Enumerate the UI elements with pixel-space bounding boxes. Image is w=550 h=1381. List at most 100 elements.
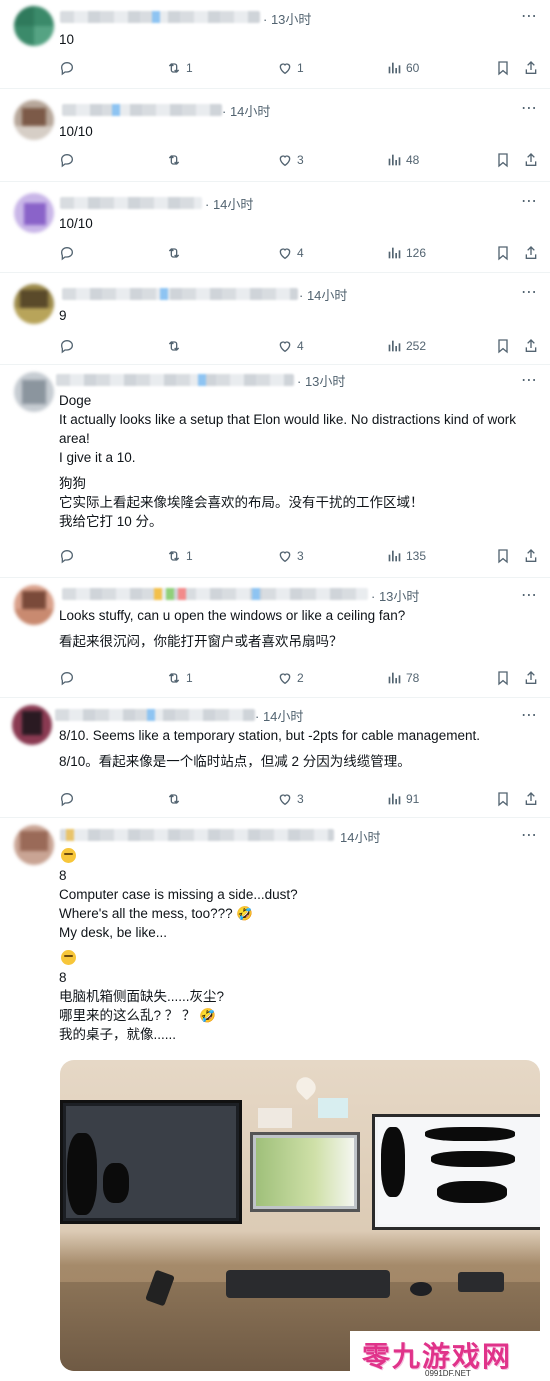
retweet-button[interactable]: 1 <box>166 668 193 688</box>
share-button[interactable] <box>523 243 539 263</box>
reply-text: 10 <box>59 30 74 49</box>
like-button[interactable]: 1 <box>277 58 304 78</box>
author-name[interactable] <box>60 829 334 841</box>
views-button[interactable]: 126 <box>386 243 426 263</box>
author-name[interactable] <box>60 11 260 23</box>
bookmark-button[interactable] <box>495 789 511 809</box>
retweet-button[interactable]: 1 <box>166 546 193 566</box>
like-button[interactable]: 4 <box>277 336 304 356</box>
views-button[interactable]: 91 <box>386 789 419 809</box>
heart-icon <box>277 791 293 807</box>
avatar[interactable] <box>14 193 54 233</box>
bookmark-button[interactable] <box>495 336 511 356</box>
more-dots-icon[interactable]: ⋯ <box>521 585 538 605</box>
reply-item[interactable]: · 13小时 ⋯ 10 1 1 60 <box>0 0 550 89</box>
author-name[interactable] <box>60 197 202 209</box>
bookmark-button[interactable] <box>495 546 511 566</box>
retweet-button[interactable] <box>166 243 186 263</box>
share-button[interactable] <box>523 58 539 78</box>
timestamp[interactable]: 14小时 <box>340 827 380 846</box>
views-button[interactable]: 60 <box>386 58 419 78</box>
views-button[interactable]: 252 <box>386 336 426 356</box>
bookmark-button[interactable] <box>495 243 511 263</box>
attached-photo[interactable] <box>60 1060 540 1371</box>
like-button[interactable]: 3 <box>277 546 304 566</box>
reply-button[interactable] <box>59 668 79 688</box>
reply-button[interactable] <box>59 546 79 566</box>
bookmark-button[interactable] <box>495 58 511 78</box>
thinking-face-icon <box>61 950 76 965</box>
views-button[interactable]: 78 <box>386 668 419 688</box>
reply-item[interactable]: · 13小时 ⋯ Looks stuffy, can u open the wi… <box>0 577 550 698</box>
avatar[interactable] <box>14 825 54 865</box>
retweet-icon <box>166 548 182 564</box>
author-name[interactable] <box>56 374 294 386</box>
avatar[interactable] <box>14 372 54 412</box>
share-button[interactable] <box>523 668 539 688</box>
timestamp[interactable]: · 14小时 <box>299 285 347 304</box>
timestamp[interactable]: · 14小时 <box>205 194 253 213</box>
reply-item[interactable]: · 14小时 ⋯ 10/10 4 126 <box>0 181 550 273</box>
share-button[interactable] <box>523 336 539 356</box>
views-button[interactable]: 48 <box>386 150 419 170</box>
reply-button[interactable] <box>59 789 79 809</box>
like-button[interactable]: 4 <box>277 243 304 263</box>
more-dots-icon[interactable]: ⋯ <box>521 705 538 725</box>
like-button[interactable]: 3 <box>277 150 304 170</box>
author-name[interactable] <box>62 288 298 300</box>
timestamp[interactable]: · 14小时 <box>222 101 270 120</box>
text-line: 10 <box>59 32 75 47</box>
reply-button[interactable] <box>59 150 79 170</box>
bookmark-button[interactable] <box>495 150 511 170</box>
share-icon <box>523 548 539 564</box>
retweet-button[interactable] <box>166 150 186 170</box>
action-bar: 4 126 <box>0 243 550 263</box>
avatar[interactable] <box>14 585 54 625</box>
text-segment: 哪里来的这么乱? ？ ？ 🤣 <box>59 1008 217 1023</box>
avatar[interactable] <box>14 100 54 140</box>
reply-item[interactable]: · 14小时 ⋯ 8/10. Seems like a temporary st… <box>0 697 550 818</box>
timestamp[interactable]: · 14小时 <box>255 706 303 725</box>
avatar[interactable] <box>14 284 54 324</box>
retweet-button[interactable] <box>166 336 186 356</box>
like-button[interactable]: 2 <box>277 668 304 688</box>
author-name[interactable] <box>62 588 368 600</box>
wall-note <box>318 1098 348 1118</box>
keyboard <box>458 1272 504 1292</box>
reply-item[interactable]: · 14小时 ⋯ 9 4 252 <box>0 272 550 365</box>
author-name[interactable] <box>55 709 255 721</box>
like-button[interactable]: 3 <box>277 789 304 809</box>
timestamp[interactable]: · 13小时 <box>297 371 345 390</box>
reply-button[interactable] <box>59 243 79 263</box>
heart-icon <box>277 60 293 76</box>
more-dots-icon[interactable]: ⋯ <box>521 98 538 118</box>
bookmark-button[interactable] <box>495 668 511 688</box>
reply-button[interactable] <box>59 336 79 356</box>
heart-count: 2 <box>297 671 304 685</box>
views-icon <box>386 338 402 354</box>
avatar[interactable] <box>14 6 54 46</box>
reply-button[interactable] <box>59 58 79 78</box>
retweet-icon <box>166 60 182 76</box>
timestamp[interactable]: · 13小时 <box>263 9 311 28</box>
share-button[interactable] <box>523 150 539 170</box>
heart-count: 4 <box>297 339 304 353</box>
more-dots-icon[interactable]: ⋯ <box>521 6 538 26</box>
retweet-icon <box>166 152 182 168</box>
more-dots-icon[interactable]: ⋯ <box>521 370 538 390</box>
more-dots-icon[interactable]: ⋯ <box>521 282 538 302</box>
reply-item[interactable]: · 14小时 ⋯ 10/10 3 48 <box>0 88 550 182</box>
retweet-button[interactable] <box>166 789 186 809</box>
views-button[interactable]: 135 <box>386 546 426 566</box>
author-name[interactable] <box>62 104 222 116</box>
share-button[interactable] <box>523 789 539 809</box>
reply-item[interactable]: · 13小时 ⋯ Doge It actually looks like a s… <box>0 364 550 578</box>
bookmark-icon <box>495 245 511 261</box>
more-dots-icon[interactable]: ⋯ <box>521 191 538 211</box>
retweet-button[interactable]: 1 <box>166 58 193 78</box>
share-button[interactable] <box>523 546 539 566</box>
avatar[interactable] <box>12 705 52 745</box>
bookmark-icon <box>495 670 511 686</box>
more-dots-icon[interactable]: ⋯ <box>521 825 538 845</box>
timestamp[interactable]: · 13小时 <box>371 586 419 605</box>
